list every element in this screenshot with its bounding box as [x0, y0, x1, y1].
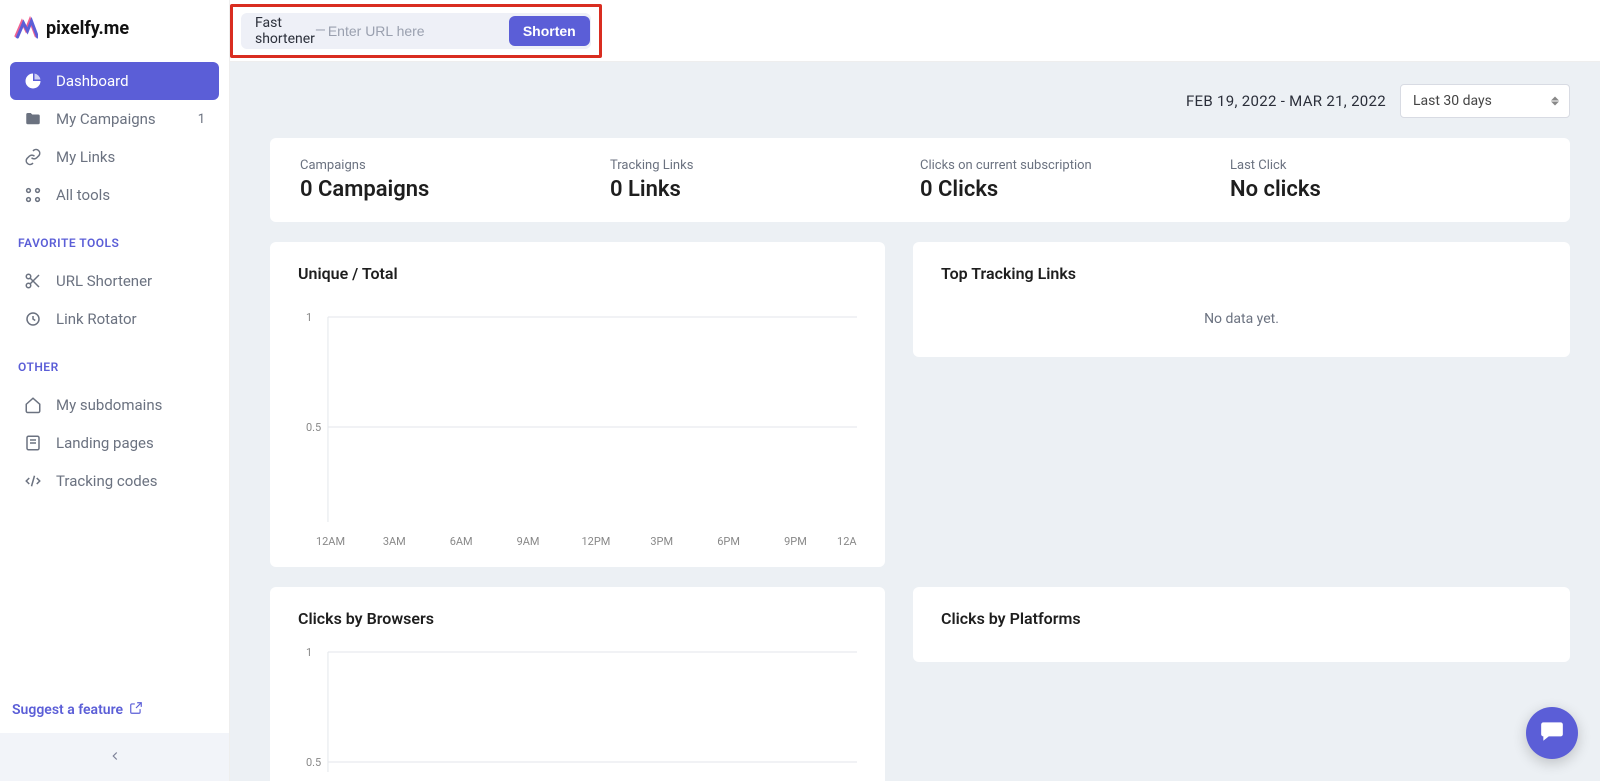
panel-title: Unique / Total — [298, 264, 857, 283]
panel-top-tracking-links: Top Tracking Links No data yet. — [913, 242, 1570, 357]
stats-card: Campaigns 0 Campaigns Tracking Links 0 L… — [270, 138, 1570, 222]
panel-title: Clicks by Platforms — [941, 609, 1542, 628]
svg-text:9AM: 9AM — [517, 535, 540, 547]
sidebar-badge: 1 — [198, 112, 205, 127]
chevron-left-icon — [108, 748, 122, 767]
stat-label: Campaigns — [300, 158, 610, 173]
sidebar-item-label: Link Rotator — [56, 310, 137, 328]
svg-text:9PM: 9PM — [784, 535, 807, 547]
shortener-label: Fast shortener — [255, 15, 315, 47]
spinner-icon — [1551, 97, 1559, 106]
external-icon — [129, 701, 143, 719]
piechart-icon — [24, 72, 42, 90]
stat-value: 0 Clicks — [920, 177, 1230, 202]
sidebar-collapse-button[interactable] — [0, 733, 229, 781]
code-icon — [24, 472, 42, 490]
shortener-dash: — — [315, 23, 326, 39]
chat-bubble-button[interactable] — [1526, 707, 1578, 759]
stat-value: 0 Links — [610, 177, 920, 202]
sidebar-item-landing-pages[interactable]: Landing pages — [10, 424, 219, 462]
main: Fast shortener — Shorten FEB 19, 2022 - … — [230, 0, 1600, 781]
panel-title: Clicks by Browsers — [298, 609, 857, 628]
sidebar-item-url-shortener[interactable]: URL Shortener — [10, 262, 219, 300]
svg-text:0.5: 0.5 — [306, 756, 321, 769]
content: FEB 19, 2022 - MAR 21, 2022 Last 30 days… — [230, 62, 1600, 781]
sidebar-item-label: Landing pages — [56, 434, 154, 452]
panel-clicks-by-platforms: Clicks by Platforms — [913, 587, 1570, 662]
svg-text:12AM: 12AM — [837, 535, 857, 547]
svg-text:12AM: 12AM — [316, 535, 345, 547]
fast-shortener-highlight: Fast shortener — Shorten — [230, 4, 602, 58]
sidebar-item-label: Dashboard — [56, 72, 129, 90]
stat-label: Last Click — [1230, 158, 1540, 173]
date-range-text: FEB 19, 2022 - MAR 21, 2022 — [1186, 92, 1386, 110]
stat-clicks: Clicks on current subscription 0 Clicks — [920, 158, 1230, 202]
page-icon — [24, 434, 42, 452]
stat-last-click: Last Click No clicks — [1230, 158, 1540, 202]
sidebar-item-label: Tracking codes — [56, 472, 157, 490]
sidebar-item-tracking-codes[interactable]: Tracking codes — [10, 462, 219, 500]
svg-text:3AM: 3AM — [383, 535, 406, 547]
folder-icon — [24, 110, 42, 128]
chart-unique-total: 1 0.5 12AM 3AM 6AM 9AM 12PM 3PM 6PM 9PM … — [298, 297, 857, 547]
suggest-feature-label: Suggest a feature — [12, 702, 123, 718]
sidebar: pixelfy.me Dashboard My Campaigns 1 — [0, 0, 230, 781]
svg-text:3PM: 3PM — [650, 535, 673, 547]
sidebar-section-other: OTHER — [0, 342, 229, 382]
panel-clicks-by-browsers: Clicks by Browsers 1 0.5 — [270, 587, 885, 781]
suggest-feature-link[interactable]: Suggest a feature — [0, 687, 229, 733]
link-icon — [24, 148, 42, 166]
sidebar-item-label: All tools — [56, 186, 110, 204]
svg-text:6PM: 6PM — [717, 535, 740, 547]
logo-text: pixelfy.me — [46, 18, 129, 39]
sidebar-item-my-links[interactable]: My Links — [10, 138, 219, 176]
sidebar-section-favorite: FAVORITE TOOLS — [0, 218, 229, 258]
stat-campaigns: Campaigns 0 Campaigns — [300, 158, 610, 202]
house-icon — [24, 396, 42, 414]
chat-icon — [1539, 718, 1565, 748]
panel-title: Top Tracking Links — [941, 264, 1542, 283]
panel-unique-total: Unique / Total 1 0.5 12 — [270, 242, 885, 567]
sidebar-item-my-campaigns[interactable]: My Campaigns 1 — [10, 100, 219, 138]
sidebar-item-label: URL Shortener — [56, 272, 152, 290]
chart-clicks-by-browsers: 1 0.5 — [298, 642, 857, 772]
sidebar-item-my-subdomains[interactable]: My subdomains — [10, 386, 219, 424]
fast-shortener: Fast shortener — Shorten — [241, 13, 591, 49]
sidebar-item-link-rotator[interactable]: Link Rotator — [10, 300, 219, 338]
shortener-input[interactable] — [328, 23, 509, 39]
svg-text:6AM: 6AM — [450, 535, 473, 547]
sidebar-item-dashboard[interactable]: Dashboard — [10, 62, 219, 100]
sidebar-item-all-tools[interactable]: All tools — [10, 176, 219, 214]
svg-text:1: 1 — [306, 311, 312, 324]
stat-label: Tracking Links — [610, 158, 920, 173]
sidebar-item-label: My Links — [56, 148, 115, 166]
rotate-icon — [24, 310, 42, 328]
stat-value: 0 Campaigns — [300, 177, 610, 202]
shorten-button[interactable]: Shorten — [509, 16, 590, 46]
stat-tracking-links: Tracking Links 0 Links — [610, 158, 920, 202]
scissors-icon — [24, 272, 42, 290]
stat-label: Clicks on current subscription — [920, 158, 1230, 173]
date-range-row: FEB 19, 2022 - MAR 21, 2022 Last 30 days — [270, 84, 1570, 118]
svg-text:0.5: 0.5 — [306, 421, 321, 434]
date-range-select[interactable]: Last 30 days — [1400, 84, 1570, 118]
stat-value: No clicks — [1230, 177, 1540, 202]
logo[interactable]: pixelfy.me — [0, 0, 229, 58]
svg-text:12PM: 12PM — [581, 535, 610, 547]
svg-text:1: 1 — [306, 646, 312, 659]
topbar: Fast shortener — Shorten — [230, 0, 1600, 62]
grid-icon — [24, 186, 42, 204]
logo-icon — [14, 16, 38, 40]
date-range-selected: Last 30 days — [1413, 93, 1492, 109]
sidebar-item-label: My Campaigns — [56, 110, 156, 128]
sidebar-item-label: My subdomains — [56, 396, 162, 414]
no-data-text: No data yet. — [941, 297, 1542, 337]
